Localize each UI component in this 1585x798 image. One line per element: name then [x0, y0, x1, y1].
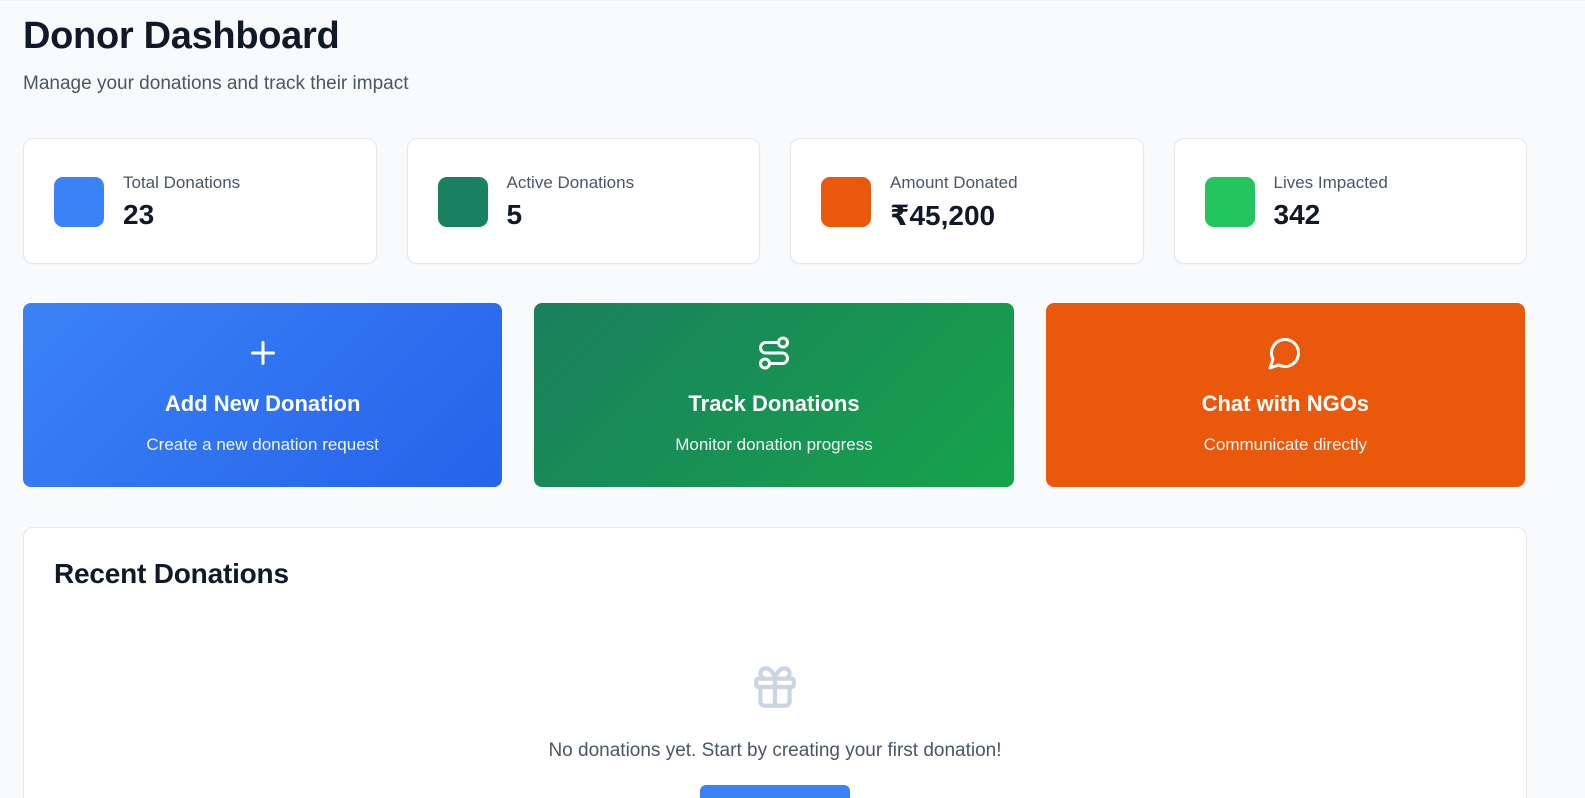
action-title: Chat with NGOs [1201, 391, 1370, 416]
donor-dashboard-page: Donor Dashboard Manage your donations an… [0, 0, 1585, 798]
stat-card-active-donations: Active Donations 5 [406, 138, 760, 264]
stat-value: 23 [123, 199, 155, 230]
action-description: Communicate directly [1203, 435, 1368, 454]
recent-donations-panel: Recent Donations No donations yet. Start… [23, 527, 1527, 798]
stat-value: ₹45,200 [890, 200, 996, 231]
active-donations-icon [437, 177, 488, 227]
create-first-donation-button[interactable] [700, 785, 850, 798]
page-subtitle: Manage your donations and track their im… [23, 73, 409, 94]
page-title: Donor Dashboard [23, 15, 340, 57]
action-description: Monitor donation progress [675, 435, 873, 454]
amount-donated-icon [821, 177, 871, 227]
action-title: Track Donations [688, 391, 860, 416]
action-title: Add New Donation [164, 391, 361, 416]
plus-icon [250, 341, 275, 365]
stat-value: 5 [506, 199, 523, 230]
gift-icon [754, 666, 796, 708]
stat-card-total-donations: Total Donations 23 [23, 138, 377, 264]
stats-row: Total Donations 23 Active Donations 5 Am… [23, 138, 1527, 264]
stat-label: Amount Donated [890, 173, 1018, 192]
lives-impacted-icon [1204, 177, 1255, 227]
stat-card-lives-impacted: Lives Impacted 342 [1173, 138, 1527, 264]
add-new-donation-button[interactable]: Add New Donation Create a new donation r… [23, 303, 503, 487]
action-description: Create a new donation request [146, 435, 379, 454]
stat-card-amount-donated: Amount Donated ₹45,200 [790, 138, 1144, 264]
stat-value: 342 [1273, 199, 1321, 230]
stat-label: Total Donations [123, 173, 241, 192]
message-circle-icon [1268, 337, 1301, 370]
empty-state-text: No donations yet. Start by creating your… [548, 740, 1002, 761]
route-icon [758, 336, 789, 370]
quick-actions: Add New Donation Create a new donation r… [23, 303, 1525, 487]
stat-label: Active Donations [506, 173, 635, 192]
chat-with-ngos-button[interactable]: Chat with NGOs Communicate directly [1045, 303, 1525, 487]
recent-donations-title: Recent Donations [54, 558, 289, 589]
stat-label: Lives Impacted [1273, 173, 1388, 192]
track-donations-button[interactable]: Track Donations Monitor donation progres… [534, 303, 1014, 487]
total-donations-icon [54, 177, 104, 227]
